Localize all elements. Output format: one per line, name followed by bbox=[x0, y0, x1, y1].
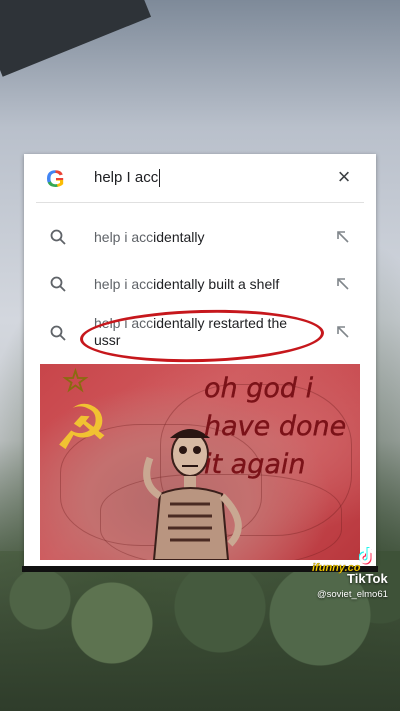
suggestion-text: help i accidentally bbox=[94, 229, 205, 245]
meme-caption: oh god i have done it again bbox=[204, 373, 347, 480]
suggestion-item[interactable]: help i accidentally bbox=[24, 215, 376, 259]
suggestion-item[interactable]: help i accidentally built a shelf bbox=[24, 262, 376, 306]
close-icon[interactable]: × bbox=[334, 166, 354, 188]
search-bar[interactable]: G help I acc × bbox=[24, 154, 376, 202]
google-logo-icon: G bbox=[46, 166, 65, 193]
hammer-and-sickle-icon: ☭ bbox=[54, 394, 110, 463]
tiktok-wordmark: TikTok bbox=[347, 571, 388, 586]
search-input[interactable]: help I acc bbox=[94, 169, 161, 187]
roof-edge bbox=[0, 0, 152, 77]
tiktok-logo-icon bbox=[359, 547, 377, 565]
fill-query-arrow-icon[interactable] bbox=[336, 230, 350, 244]
suggestion-text: help i accidentally built a shelf bbox=[94, 276, 280, 292]
fill-query-arrow-icon[interactable] bbox=[336, 325, 350, 339]
divider bbox=[36, 202, 364, 203]
creator-handle: @soviet_elmo61 bbox=[317, 589, 388, 600]
search-icon bbox=[50, 276, 66, 292]
google-search-card: G help I acc × help i accidentally help … bbox=[24, 154, 376, 566]
search-icon bbox=[50, 325, 66, 341]
tree-line bbox=[0, 551, 400, 711]
search-icon bbox=[50, 229, 66, 245]
meme-image: ☆ ☭ oh god i have done it again bbox=[40, 364, 360, 560]
fill-query-arrow-icon[interactable] bbox=[336, 277, 350, 291]
